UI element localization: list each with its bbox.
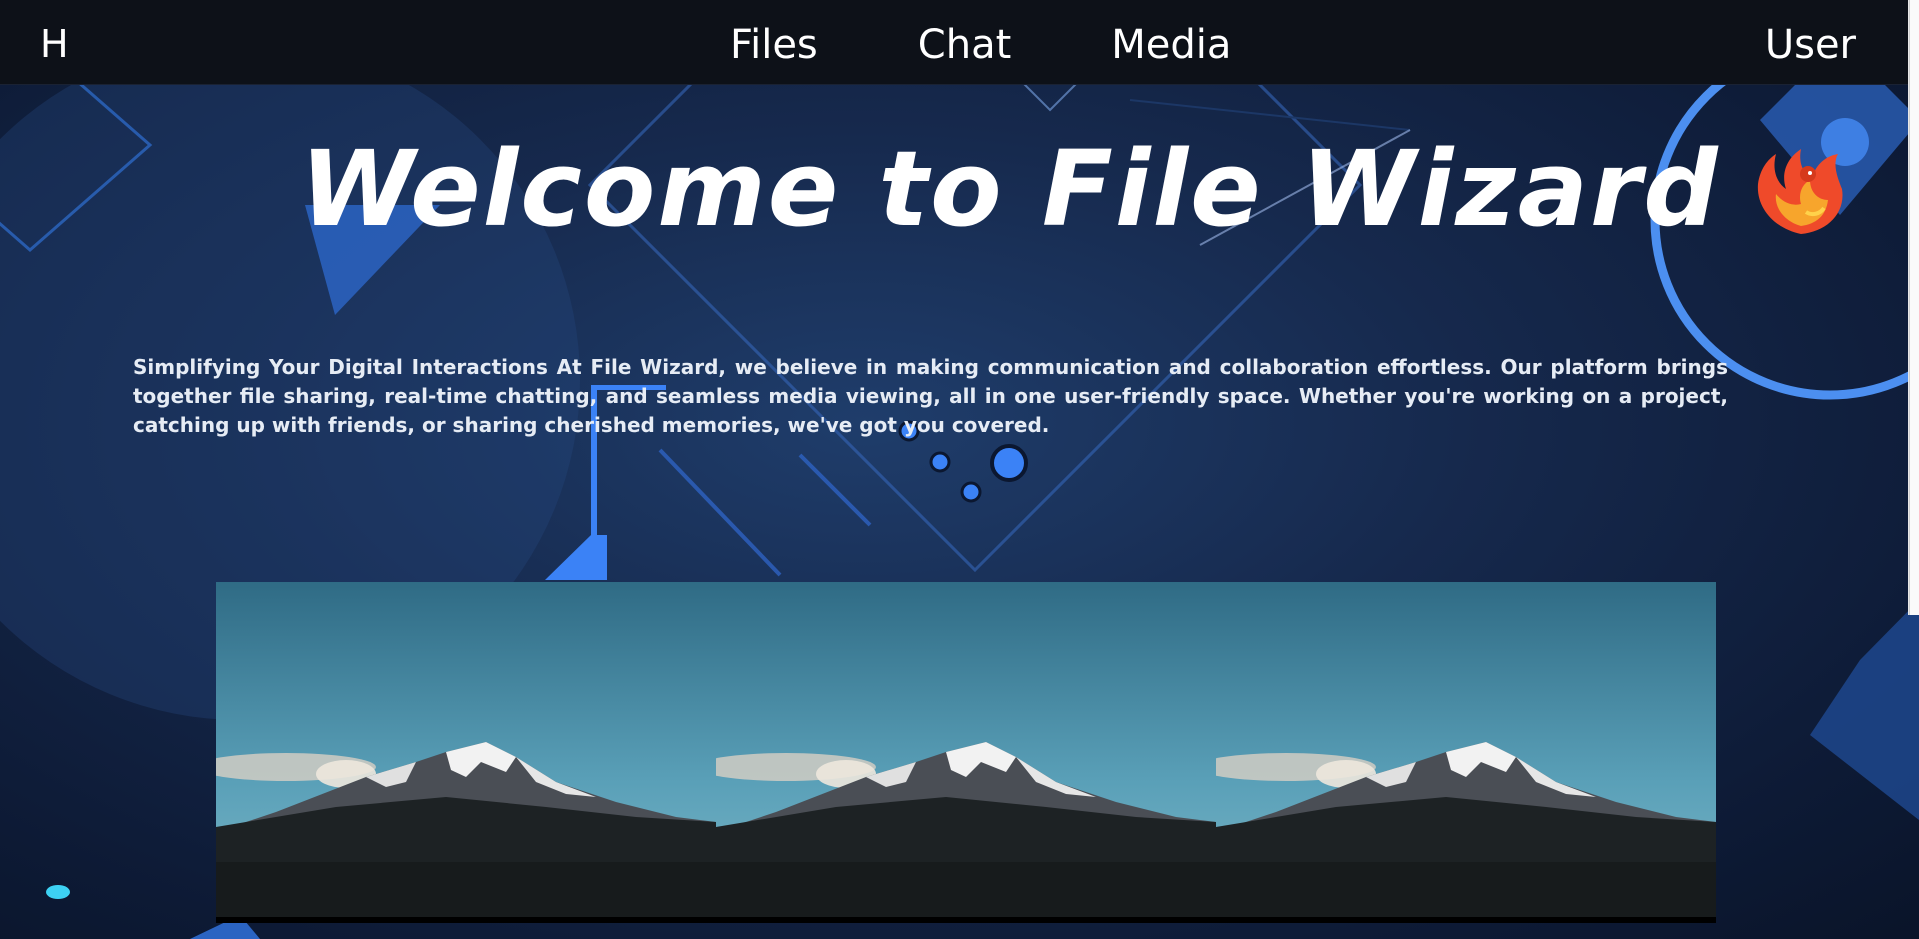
gallery-image-1[interactable] xyxy=(216,582,716,917)
scrollbar[interactable] xyxy=(1908,0,1919,615)
nav-link-chat[interactable]: Chat xyxy=(918,22,1011,68)
nav-link-files[interactable]: Files xyxy=(730,22,818,68)
nav-links: Files Chat Media xyxy=(730,22,1231,68)
nav-link-media[interactable]: Media xyxy=(1111,22,1231,68)
nav-logo[interactable]: H xyxy=(40,22,69,66)
nav-user[interactable]: User xyxy=(1765,22,1856,68)
media-gallery xyxy=(216,582,1716,917)
hero-heading: Welcome to File Wizard xyxy=(300,128,1856,250)
top-navbar: H Files Chat Media User xyxy=(0,0,1908,85)
hero-title-text: Welcome to File Wizard xyxy=(300,128,1720,250)
phoenix-icon xyxy=(1746,134,1856,244)
gallery-image-3[interactable] xyxy=(1216,582,1716,917)
gallery-image-2[interactable] xyxy=(716,582,1216,917)
intro-paragraph: Simplifying Your Digital Interactions At… xyxy=(133,355,1728,437)
